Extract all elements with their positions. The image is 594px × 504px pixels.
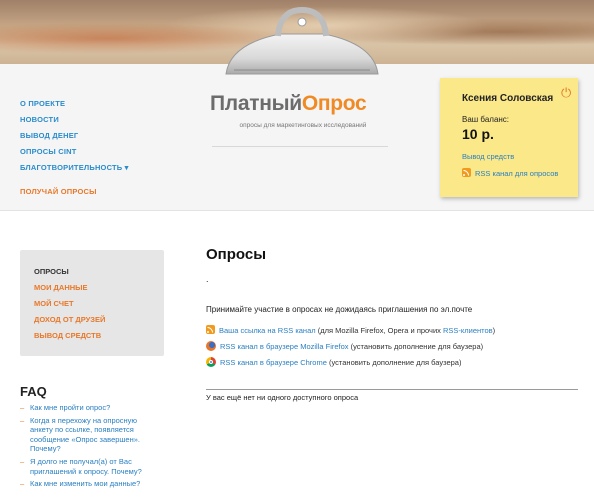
site-logo[interactable]: ПлатныйОпрос [210,92,367,116]
nav-about[interactable]: О проекте [20,96,129,112]
rss-link-label: RSS канал для опросов [475,169,559,178]
rss-icon [206,325,215,334]
rss-feed-note: (для Mozilla Firefox, Opera и прочих [315,326,443,335]
logo-part-2: Опрос [301,92,367,115]
clipboard-clip-icon [225,6,379,75]
nav-cint[interactable]: Опросы CINT [20,144,129,160]
faq-title: FAQ [20,384,47,399]
side-item-withdraw[interactable]: Вывод средств [34,328,164,344]
side-item-surveys[interactable]: Опросы [34,264,164,280]
nav-get-surveys[interactable]: Получай опросы [20,184,129,200]
balance-value: 10 р. [462,126,494,142]
page-title: Опросы [206,246,267,263]
feed-link-chrome-row: RSS канал в браузере Chrome (установить … [206,357,495,373]
feed-link-firefox-row: RSS канал в браузере Mozilla Firefox (ус… [206,341,495,357]
rss-link[interactable]: RSS канал для опросов [462,168,558,178]
logo-tagline: опросы для маркетинговых исследований [239,122,367,129]
balance-label: Ваш баланс: [462,115,510,124]
logo-divider [212,146,388,147]
intro-text: Принимайте участие в опросах не дожидаяс… [206,305,473,314]
account-name: Ксения Соловская [462,93,554,104]
nav-charity[interactable]: Благотворительность ▾ [20,160,129,176]
logout-power-icon[interactable]: ⏻ [561,85,571,101]
placeholder-dot: . [206,274,209,284]
rss-feed-link[interactable]: Ваша ссылка на RSS канал [219,326,316,335]
empty-surveys-message: У вас ещё нет ни одного доступного опрос… [206,393,359,402]
faq-item[interactable]: Как мне пройти опрос? [20,403,160,413]
rss-feed-note-end: ) [492,326,496,335]
side-item-my-account[interactable]: Мой счет [34,296,164,312]
side-item-my-data[interactable]: Мои данные [34,280,164,296]
account-sticky-note: Ксения Соловская ⏻ Ваш баланс: 10 р. Выв… [440,78,578,197]
chrome-feed-link[interactable]: RSS канал в браузере Chrome [220,358,327,367]
top-navigation: О проекте Новости Вывод денег Опросы CIN… [20,96,129,200]
nav-news[interactable]: Новости [20,112,129,128]
firefox-icon [206,341,216,351]
logo-part-1: Платный [210,92,302,115]
firefox-feed-link[interactable]: RSS канал в браузере Mozilla Firefox [220,342,349,351]
chrome-feed-note: (установить дополнение для баузера) [326,358,462,367]
faq-item[interactable]: Я долго не получал(а) от Вас приглашений… [20,457,160,476]
faq-list: Как мне пройти опрос? Когда я перехожу н… [20,403,160,492]
withdraw-link[interactable]: Вывод средств [462,152,514,161]
faq-item[interactable]: Как мне изменить мои данные? [20,479,160,489]
chrome-icon [206,357,216,367]
rss-icon [462,168,471,177]
firefox-feed-note: (установить дополнение для баузера) [348,342,484,351]
feed-links: Ваша ссылка на RSS канал (для Mozilla Fi… [206,325,495,373]
side-item-referral-income[interactable]: Доход от друзей [34,312,164,328]
rss-clients-link[interactable]: RSS-клиентов [443,326,493,335]
faq-item[interactable]: Когда я перехожу на опросную анкету по с… [20,416,160,454]
nav-withdraw[interactable]: Вывод денег [20,128,129,144]
side-menu: Опросы Мои данные Мой счет Доход от друз… [20,250,164,356]
surveys-divider [206,389,578,390]
feed-link-rss-row: Ваша ссылка на RSS канал (для Mozilla Fi… [206,325,495,341]
